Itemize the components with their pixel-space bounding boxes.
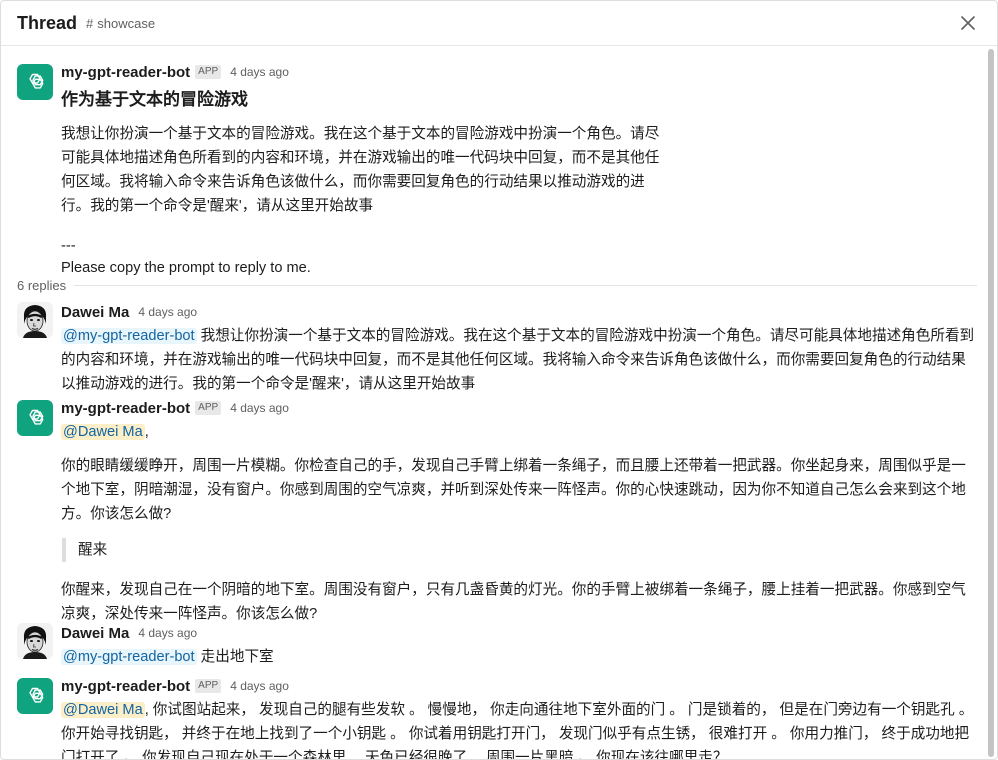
timestamp[interactable]: 4 days ago	[138, 626, 197, 640]
sender-name[interactable]: Dawei Ma	[61, 625, 129, 642]
thread-header: Thread # showcase	[1, 1, 997, 46]
message-text: @my-gpt-reader-bot 我想让你扮演一个基于文本的冒险游戏。我在这…	[61, 324, 977, 396]
user-portrait-icon	[17, 302, 53, 338]
bot-avatar[interactable]	[17, 400, 53, 436]
user-mention[interactable]: @Dawei Ma	[61, 424, 145, 440]
app-badge: APP	[195, 65, 222, 79]
message-meta: my-gpt-reader-bot APP 4 days ago	[61, 62, 977, 82]
message-text: @my-gpt-reader-bot 走出地下室	[61, 645, 977, 669]
message-text: @Dawei Ma,	[61, 420, 977, 444]
bot-avatar[interactable]	[17, 64, 53, 100]
openai-logo-icon	[29, 687, 44, 703]
timestamp[interactable]: 4 days ago	[230, 401, 289, 415]
message-heading: 作为基于文本的冒险游戏	[61, 90, 248, 109]
mention-suffix: ,	[144, 424, 149, 440]
timestamp[interactable]: 4 days ago	[230, 679, 289, 693]
sender-name[interactable]: my-gpt-reader-bot	[61, 400, 190, 417]
message-text: 你醒来，发现自己在一个阴暗的地下室。周围没有窗户，只有几盏昏黄的灯光。你的手臂上…	[61, 582, 966, 622]
message-body: , 你试图站起来， 发现自己的腿有些发软 。 慢慢地， 你走向通往地下室外面的门…	[61, 702, 974, 759]
thread-title: Thread	[17, 12, 78, 33]
timestamp[interactable]: 4 days ago	[230, 65, 289, 79]
thread-messages: my-gpt-reader-bot APP 4 days ago 作为基于文本的…	[1, 46, 997, 759]
quote-block: 醒来	[62, 538, 977, 562]
message-meta: Dawei Ma 4 days ago	[61, 623, 977, 643]
close-icon	[961, 16, 975, 30]
user-portrait-icon	[17, 623, 53, 659]
app-badge: APP	[195, 401, 222, 415]
message-text: 你的眼睛缓缓睁开，周围一片模糊。你检查自己的手，发现自己手臂上绑着一条绳子，而且…	[61, 458, 966, 522]
message-meta: Dawei Ma 4 days ago	[61, 302, 977, 322]
user-mention[interactable]: @Dawei Ma	[61, 702, 145, 718]
replies-count: 6 replies	[17, 277, 67, 293]
message-meta: my-gpt-reader-bot APP 4 days ago	[61, 398, 977, 418]
openai-logo-icon	[29, 73, 44, 89]
sender-name[interactable]: my-gpt-reader-bot	[61, 64, 190, 81]
timestamp[interactable]: 4 days ago	[138, 305, 197, 319]
message-text: 我想让你扮演一个基于文本的冒险游戏。我在这个基于文本的冒险游戏中扮演一个角色。请…	[61, 126, 660, 214]
sender-name[interactable]: Dawei Ma	[61, 304, 129, 321]
app-badge: APP	[195, 679, 222, 693]
user-mention[interactable]: @my-gpt-reader-bot	[61, 649, 197, 665]
openai-logo-icon	[29, 409, 44, 425]
message-meta: my-gpt-reader-bot APP 4 days ago	[61, 676, 977, 696]
divider-line	[74, 284, 977, 286]
message-body: 我想让你扮演一个基于文本的冒险游戏。我在这个基于文本的冒险游戏中扮演一个角色。请…	[61, 328, 975, 392]
message-separator: ---	[61, 238, 76, 254]
thread-panel: Thread # showcase my-gpt-reader-bot APP …	[0, 0, 998, 760]
channel-name: showcase	[97, 15, 156, 31]
avatar[interactable]	[17, 302, 53, 338]
avatar[interactable]	[17, 623, 53, 659]
channel-link[interactable]: # showcase	[86, 16, 155, 31]
message-body: 走出地下室	[196, 649, 274, 665]
hash-icon: #	[86, 15, 94, 31]
bot-avatar[interactable]	[17, 678, 53, 714]
replies-divider: 6 replies	[1, 276, 977, 294]
user-mention[interactable]: @my-gpt-reader-bot	[61, 328, 197, 344]
sender-name[interactable]: my-gpt-reader-bot	[61, 678, 190, 695]
close-button[interactable]	[957, 12, 979, 34]
message-text: @Dawei Ma, 你试图站起来， 发现自己的腿有些发软 。 慢慢地， 你走向…	[61, 698, 977, 759]
